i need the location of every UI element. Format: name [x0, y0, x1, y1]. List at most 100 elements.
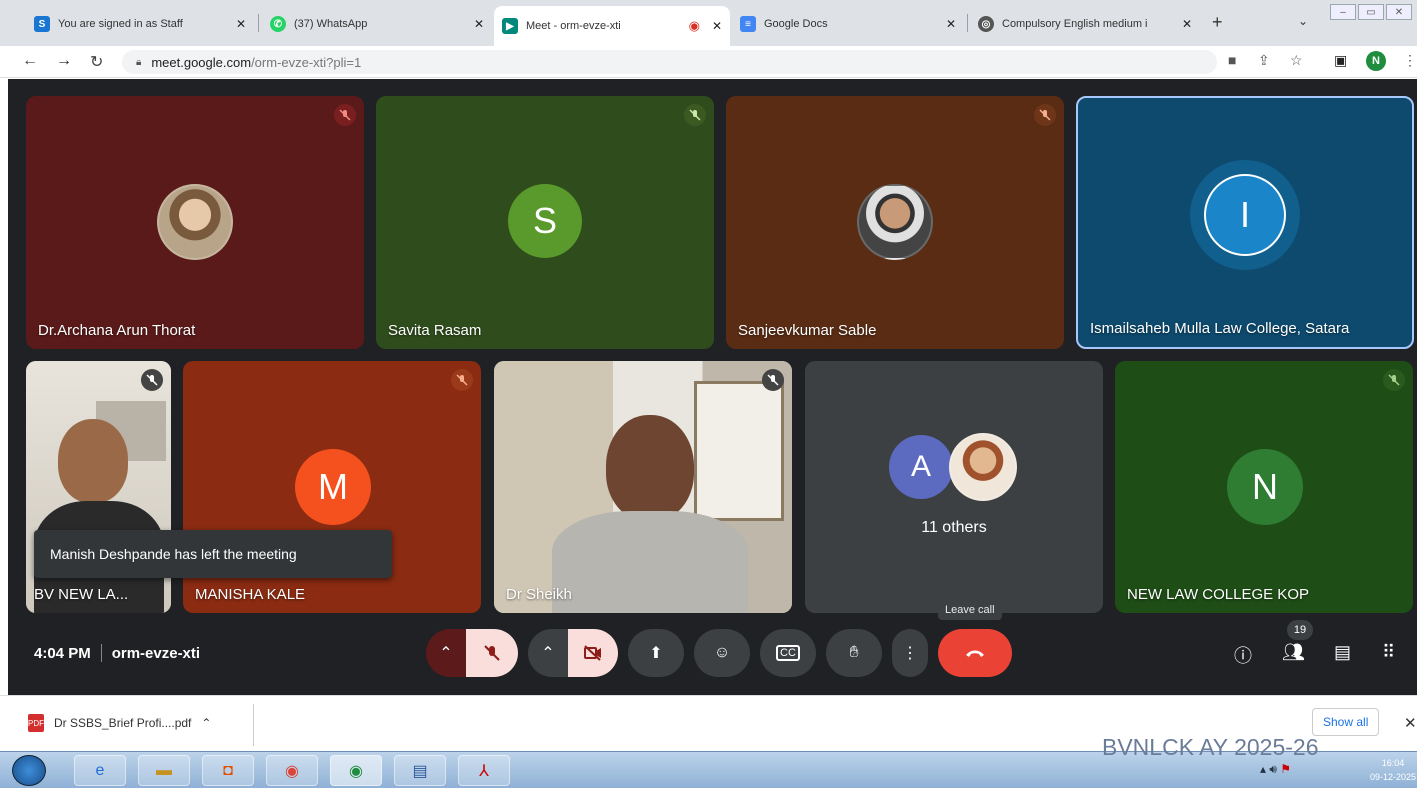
chat-icon[interactable]: ▤ — [1334, 642, 1351, 663]
person-head — [606, 415, 694, 521]
close-icon[interactable]: ✕ — [1404, 714, 1417, 732]
activities-icon[interactable]: ⠿ — [1382, 642, 1395, 663]
media-player-icon[interactable]: ◘ — [202, 755, 254, 786]
phone-hangup-icon — [966, 650, 984, 657]
video-options-button[interactable]: ⌃ — [528, 629, 568, 677]
share-icon[interactable]: ⇪ — [1258, 52, 1270, 69]
menu-kebab-icon[interactable]: ⋮ — [1403, 52, 1417, 69]
mic-off-icon — [451, 369, 473, 391]
camera-toggle-button[interactable] — [568, 629, 618, 677]
close-icon[interactable]: ✕ — [474, 17, 484, 31]
profile-avatar[interactable]: N — [1366, 51, 1386, 71]
chrome-icon[interactable]: ◉ — [266, 755, 318, 786]
participant-name: Dr Sheikh — [506, 586, 572, 603]
lock-icon: 🔒︎ — [136, 56, 142, 68]
clock-time: 16:04 — [1381, 758, 1405, 768]
participant-tile[interactable]: S Savita Rasam — [376, 96, 714, 349]
audio-options-button[interactable]: ⌃ — [426, 629, 466, 677]
recording-icon: ◉ — [688, 18, 700, 33]
reload-icon[interactable]: ↻ — [90, 52, 103, 72]
close-window-icon[interactable]: ✕ — [1386, 4, 1412, 20]
participant-name: Savita Rasam — [388, 322, 482, 339]
forward-icon[interactable]: → — [56, 52, 72, 70]
participant-tile[interactable]: Sanjeevkumar Sable — [726, 96, 1064, 349]
more-options-button[interactable]: ⋮ — [892, 629, 928, 677]
watermark-text: BVNLCK AY 2025-26 — [1102, 734, 1319, 760]
hand-icon: ✋︎ — [849, 644, 859, 661]
mic-off-icon — [1383, 369, 1405, 391]
pdf-icon: PDF — [28, 714, 44, 732]
window-controls: – ▭ ✕ — [1330, 4, 1412, 20]
chrome-profile-icon[interactable]: ◉ — [330, 755, 382, 786]
system-clock[interactable]: 16:04 09-12-2025 — [1370, 756, 1416, 784]
chevron-up-icon[interactable]: ⌃ — [201, 716, 211, 730]
show-all-button[interactable]: Show all — [1312, 708, 1380, 736]
participant-name: Ismailsaheb Mulla Law College, Satara — [1090, 320, 1350, 337]
people-icon[interactable]: 👥︎ — [1282, 642, 1305, 663]
sidepanel-icon[interactable]: ▣ — [1334, 52, 1347, 69]
chevron-up-icon: ⌃ — [541, 645, 555, 662]
close-icon[interactable]: ✕ — [1182, 17, 1192, 31]
participant-name: Dr.Archana Arun Thorat — [38, 322, 196, 339]
folder-icon[interactable]: ▬ — [138, 755, 190, 786]
avatar-photo — [857, 184, 933, 260]
tab-whatsapp[interactable]: ✆ (37) WhatsApp ✕ — [262, 8, 492, 40]
captions-icon: CC — [776, 645, 800, 661]
background-window — [694, 381, 784, 521]
participant-tile[interactable]: Dr.Archana Arun Thorat — [26, 96, 364, 349]
participant-name: BV NEW LA... — [34, 586, 129, 603]
download-item[interactable]: PDF Dr SSBS_Brief Profi....pdf ⌃ — [28, 714, 211, 732]
tray-arrow-icon[interactable]: ▴ — [1260, 762, 1266, 776]
participant-tile[interactable]: Dr Sheikh — [494, 361, 792, 613]
tab-meet[interactable]: ▶ Meet - orm-evze-xti ◉ ✕ — [494, 6, 730, 46]
mic-off-icon — [1034, 104, 1056, 126]
minimize-icon[interactable]: – — [1330, 4, 1356, 20]
system-tray: ▴ 🔊︎ ⚑ — [1260, 762, 1291, 777]
acrobat-icon[interactable]: ⅄ — [458, 755, 510, 786]
tab-google-docs[interactable]: ≡ Google Docs ✕ — [732, 8, 964, 40]
raise-hand-button[interactable]: ✋︎ — [826, 629, 882, 677]
avatar-photo — [949, 433, 1017, 501]
leave-call-button[interactable] — [938, 629, 1012, 677]
participant-tile[interactable]: N NEW LAW COLLEGE KOP — [1115, 361, 1413, 613]
ie-icon[interactable]: e — [74, 755, 126, 786]
chevron-down-icon[interactable]: ⌄ — [1298, 14, 1308, 28]
info-icon[interactable]: ⓘ — [1234, 642, 1252, 668]
volume-icon[interactable]: 🔊︎ — [1269, 762, 1277, 776]
mic-off-icon — [684, 104, 706, 126]
microphone-toggle-button[interactable] — [466, 629, 518, 677]
notification-toast: Manish Deshpande has left the meeting — [34, 530, 392, 578]
mic-off-icon — [484, 645, 500, 661]
meet-control-bar: 4:04 PM orm-evze-xti ⌃ ⌃ ⬆︎ ☺ CC ✋︎ ⋮ ⓘ … — [8, 620, 1417, 694]
reactions-button[interactable]: ☺ — [694, 629, 750, 677]
present-screen-button[interactable]: ⬆︎ — [628, 629, 684, 677]
captions-button[interactable]: CC — [760, 629, 816, 677]
new-tab-icon[interactable]: + — [1212, 12, 1223, 33]
url-path: /orm-evze-xti?pli=1 — [251, 54, 362, 70]
tab-compulsory-english[interactable]: ◎ Compulsory English medium i ✕ — [970, 8, 1200, 40]
flag-icon[interactable]: ⚑ — [1280, 762, 1291, 776]
present-icon: ⬆︎ — [649, 645, 663, 662]
tab-label: Compulsory English medium i — [1002, 18, 1148, 30]
tab-staff[interactable]: S You are signed in as Staff ✕ — [26, 8, 254, 40]
tab-label: You are signed in as Staff — [58, 18, 183, 30]
url-input[interactable]: 🔒︎ meet.google.com/orm-evze-xti?pli=1 — [122, 50, 1217, 74]
person-body — [552, 511, 748, 613]
camera-icon[interactable]: ■ — [1228, 52, 1236, 68]
close-icon[interactable]: ✕ — [236, 17, 246, 31]
docs-icon: ≡ — [740, 16, 756, 32]
start-button[interactable] — [12, 755, 46, 786]
star-icon[interactable]: ☆ — [1290, 52, 1303, 69]
mic-off-icon — [334, 104, 356, 126]
close-icon[interactable]: ✕ — [946, 17, 956, 31]
document-icon[interactable]: ▤ — [394, 755, 446, 786]
tab-label: (37) WhatsApp — [294, 18, 368, 30]
back-icon[interactable]: ← — [22, 52, 38, 70]
close-icon[interactable]: ✕ — [712, 19, 722, 33]
globe-icon: ◎ — [978, 16, 994, 32]
meet-icon: ▶ — [502, 18, 518, 34]
participant-tile-active-speaker[interactable]: I Ismailsaheb Mulla Law College, Satara — [1076, 96, 1414, 349]
others-tile[interactable]: A 11 others — [805, 361, 1103, 613]
maximize-icon[interactable]: ▭ — [1358, 4, 1384, 20]
participant-name: MANISHA KALE — [195, 586, 306, 603]
